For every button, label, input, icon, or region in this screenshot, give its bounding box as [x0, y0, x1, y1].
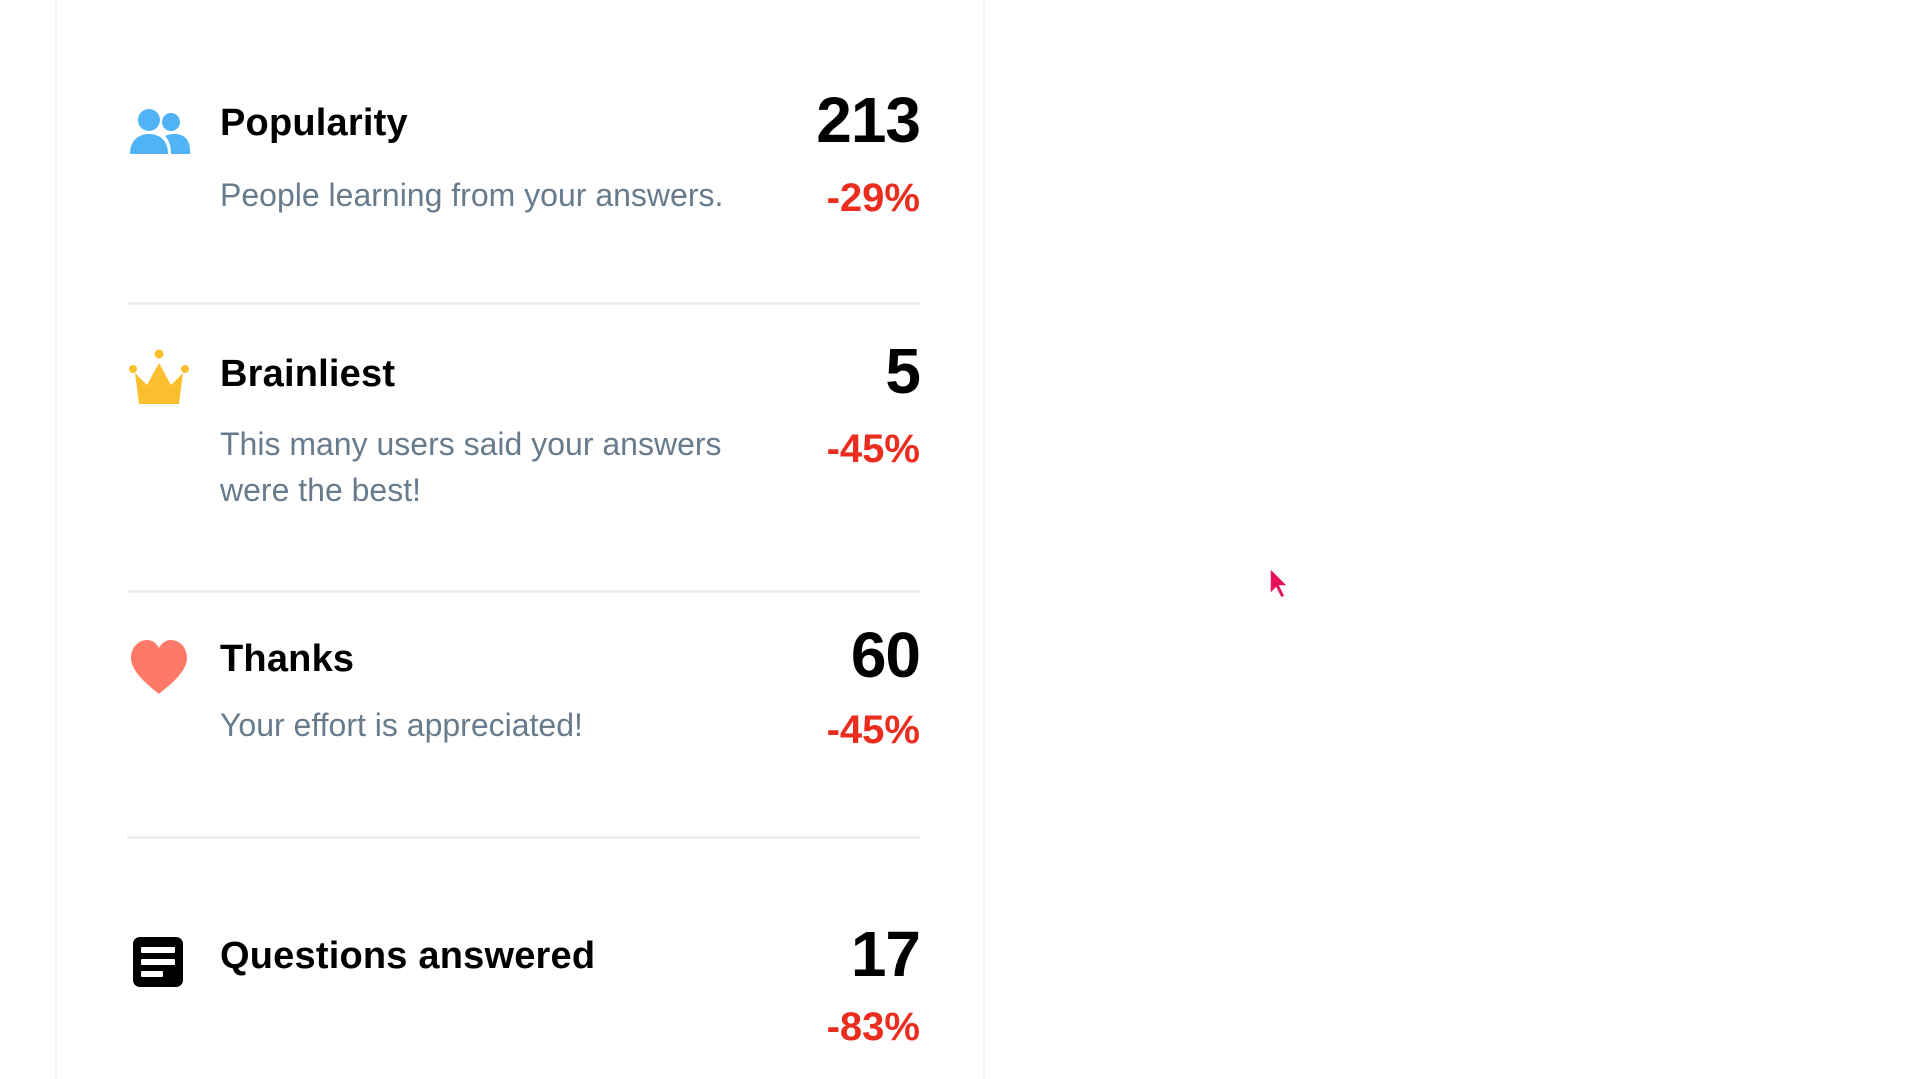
stat-change: -83% — [826, 1005, 920, 1049]
mouse-cursor-icon — [1268, 566, 1292, 600]
crown-icon — [127, 349, 191, 413]
divider — [127, 590, 920, 593]
stat-change: -45% — [826, 427, 920, 471]
stat-title: Thanks — [220, 638, 355, 680]
stat-change: -29% — [826, 176, 920, 220]
stat-title: Brainliest — [220, 353, 396, 395]
stat-thanks: Thanks Your effort is appreciated! 60 -4… — [127, 619, 921, 770]
stat-description: Your effort is appreciated! — [220, 707, 583, 743]
stat-title: Popularity — [220, 102, 408, 144]
stat-value: 17 — [850, 918, 921, 990]
stat-brainliest: Brainliest This many users said your ans… — [127, 335, 921, 516]
stat-title: Questions answered — [220, 935, 596, 977]
divider — [127, 302, 920, 305]
heart-icon — [127, 636, 191, 700]
answers-icon — [127, 932, 191, 996]
stat-value: 5 — [885, 335, 921, 407]
stat-value: 60 — [850, 619, 921, 691]
stat-description: People learning from your answers. — [220, 177, 724, 213]
divider — [127, 836, 920, 839]
stat-value: 213 — [816, 84, 921, 156]
stats-panel: Popularity People learning from your ans… — [55, 0, 985, 1079]
stats-page: Popularity People learning from your ans… — [0, 0, 1920, 1079]
stat-questions-answered: Questions answered 17 -83% — [127, 917, 921, 1067]
stat-popularity: Popularity People learning from your ans… — [127, 84, 921, 235]
stat-description: This many users said your answers were t… — [220, 426, 722, 508]
stat-change: -45% — [826, 708, 920, 752]
people-icon — [127, 100, 191, 164]
